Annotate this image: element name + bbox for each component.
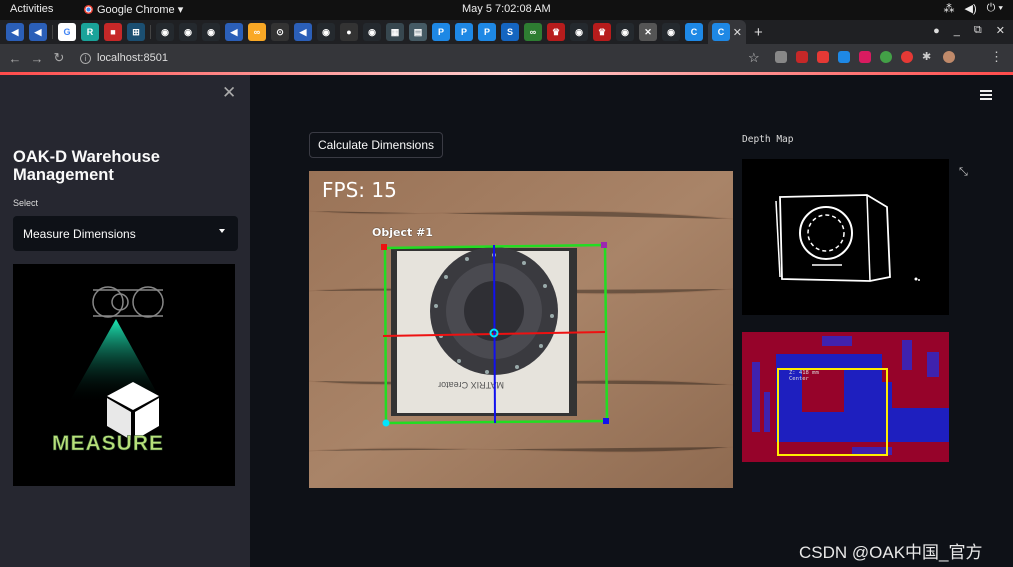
select-label: Select: [13, 198, 39, 208]
tab-favicon-icon[interactable]: ●: [340, 23, 358, 41]
extension-icon[interactable]: [859, 51, 871, 63]
extension-icon[interactable]: [775, 51, 787, 63]
extensions-row: ✱: [775, 51, 955, 63]
tab-favicon-icon[interactable]: P: [478, 23, 496, 41]
github-icon[interactable]: ◉: [156, 23, 174, 41]
close-window-button[interactable]: ✕: [996, 24, 1005, 37]
network-icon: ⁂: [943, 3, 955, 15]
corner-marker: [381, 244, 387, 250]
calculate-dimensions-button[interactable]: Calculate Dimensions: [309, 132, 443, 158]
depth-map-image: [742, 159, 949, 315]
measure-logo: MEASURE: [13, 264, 235, 486]
back-button[interactable]: ←: [4, 51, 26, 66]
github-icon[interactable]: ◉: [570, 23, 588, 41]
info-icon[interactable]: i: [80, 52, 91, 64]
address-bar[interactable]: i localhost:8501: [80, 48, 770, 68]
main-content: Calculate Dimensions Depth Map MATRIX Cr…: [250, 75, 1013, 567]
camera-icon: [92, 286, 164, 318]
tab-favicon-icon[interactable]: ⊙: [271, 23, 289, 41]
app-menu[interactable]: Google Chrome ▾: [84, 3, 183, 16]
volume-icon: ◀): [964, 3, 977, 15]
tab-favicon-icon[interactable]: ♛: [593, 23, 611, 41]
github-icon[interactable]: ◉: [317, 23, 335, 41]
tab-favicon-icon[interactable]: ♛: [547, 23, 565, 41]
depth-heatmap-image: Z: 418 mm Center: [742, 332, 949, 462]
minimize-button[interactable]: _: [954, 25, 960, 37]
corner-marker: [601, 242, 607, 248]
avatar[interactable]: [943, 51, 955, 63]
tab-favicon-icon[interactable]: ▦: [386, 23, 404, 41]
extension-icon[interactable]: [796, 51, 808, 63]
restore-button[interactable]: ⧉: [974, 24, 982, 37]
chrome-icon: [84, 5, 93, 14]
app-menu-label: Google Chrome ▾: [97, 4, 184, 16]
tab-favicon-icon[interactable]: C: [685, 23, 703, 41]
chrome-profile-icon[interactable]: ●: [933, 25, 940, 37]
app-title: OAK-D Warehouse Management: [13, 148, 160, 184]
vertical-axis-line: [493, 244, 496, 424]
new-tab-button[interactable]: +: [754, 24, 763, 41]
github-icon[interactable]: ◉: [616, 23, 634, 41]
streamlit-favicon-icon: C: [712, 23, 730, 41]
corner-marker: [603, 418, 609, 424]
tab-favicon-icon[interactable]: ◀: [6, 23, 24, 41]
object-label: Object #1: [372, 226, 433, 239]
extension-icon[interactable]: [901, 51, 913, 63]
tab-favicon-icon[interactable]: ⊞: [127, 23, 145, 41]
extension-icon[interactable]: [817, 51, 829, 63]
activities-button[interactable]: Activities: [10, 3, 53, 15]
camera-feed-image: MATRIX Creator: [309, 171, 733, 488]
github-icon[interactable]: ◉: [179, 23, 197, 41]
google-icon[interactable]: G: [58, 23, 76, 41]
depth-readout: Z: 418 mm Center: [789, 370, 819, 382]
camera-feed: MATRIX Creator FPS: 15 Object #1: [309, 171, 733, 488]
tab-favicon-icon[interactable]: ■: [104, 23, 122, 41]
tab-favicon-icon[interactable]: ∞: [248, 23, 266, 41]
browser-toolbar: ← → ↻ i localhost:8501 ☆ ✱ ⋮: [0, 44, 1013, 72]
active-tab[interactable]: C ✕: [708, 20, 746, 44]
sidebar: ✕ OAK-D Warehouse Management Select Meas…: [0, 75, 250, 567]
mode-select[interactable]: Measure Dimensions: [13, 216, 238, 251]
watermark: CSDN @OAK中国_官方: [799, 543, 983, 562]
tab-favicon-icon[interactable]: P: [432, 23, 450, 41]
corner-marker: [382, 419, 390, 427]
chevron-down-icon: [219, 229, 225, 233]
github-icon[interactable]: ◉: [662, 23, 680, 41]
window-controls: ● _ ⧉ ✕: [933, 24, 1005, 37]
github-icon[interactable]: ◉: [202, 23, 220, 41]
system-tray[interactable]: ⁂ ◀) ⏻ ▾: [943, 2, 1003, 15]
power-icon: ⏻ ▾: [986, 2, 1003, 14]
extension-icon[interactable]: [838, 51, 850, 63]
tab-favicon-icon[interactable]: ◀: [225, 23, 243, 41]
expand-icon[interactable]: ⤡: [959, 166, 968, 179]
tab-favicon-icon[interactable]: ∞: [524, 23, 542, 41]
tab-favicon-icon[interactable]: ✕: [639, 23, 657, 41]
tab-favicon-icon[interactable]: ◀: [29, 23, 47, 41]
close-sidebar-button[interactable]: ✕: [222, 83, 236, 103]
hamburger-menu-icon[interactable]: [980, 90, 992, 100]
tab-favicon-icon[interactable]: ▤: [409, 23, 427, 41]
tab-favicon-icon[interactable]: ◀: [294, 23, 312, 41]
bookmark-star-icon[interactable]: ☆: [748, 50, 760, 66]
puzzle-icon[interactable]: ✱: [922, 51, 934, 63]
reload-button[interactable]: ↻: [48, 50, 70, 66]
tab-favicon-icon[interactable]: P: [455, 23, 473, 41]
system-top-bar: Activities Google Chrome ▾ May 5 7:02:08…: [0, 0, 1013, 20]
forward-button[interactable]: →: [26, 51, 48, 66]
fps-counter: FPS: 15: [322, 178, 397, 202]
tab-close-icon[interactable]: ✕: [733, 26, 742, 39]
github-icon[interactable]: ◉: [363, 23, 381, 41]
clock[interactable]: May 5 7:02:08 AM: [462, 3, 551, 15]
mode-select-value: Measure Dimensions: [23, 226, 136, 241]
tab-favicon-icon[interactable]: S: [501, 23, 519, 41]
depth-map-label: Depth Map: [742, 134, 794, 145]
tab-favicon-icon[interactable]: R: [81, 23, 99, 41]
url-text: localhost:8501: [97, 52, 168, 64]
browser-tab-strip: ◀ ◀ G R ■ ⊞ ◉ ◉ ◉ ◀ ∞ ⊙ ◀ ◉ ● ◉ ▦ ▤ P P …: [0, 20, 1013, 44]
logo-text: MEASURE: [52, 432, 164, 455]
extension-icon[interactable]: [880, 51, 892, 63]
measure-logo-graphic: MEASURE: [52, 286, 164, 455]
browser-menu-icon[interactable]: ⋮: [990, 49, 1003, 65]
